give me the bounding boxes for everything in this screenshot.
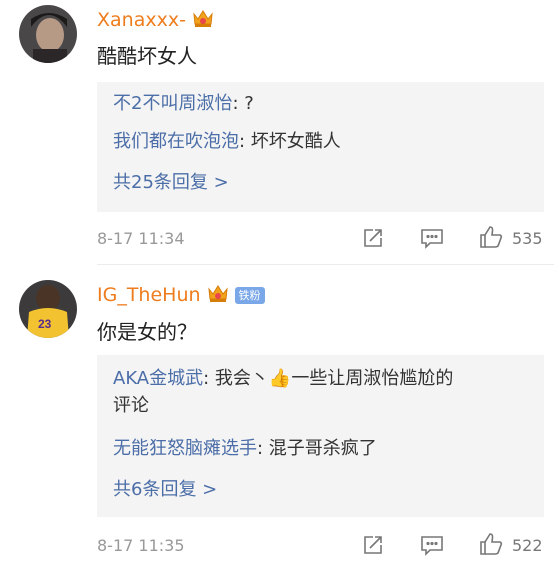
share-icon[interactable] xyxy=(362,227,384,253)
like-count: 535 xyxy=(512,229,543,248)
reply-text: : 我会丶👍一些让周淑怡尴尬的 xyxy=(203,368,454,389)
reply-text-continued: 评论 xyxy=(113,395,149,416)
reply-box[interactable]: 不2不叫周淑怡: ? 我们都在吹泡泡: 坏坏女酷人 共25条回复 > xyxy=(97,82,544,212)
comment-text: 你是女的？ xyxy=(97,320,197,344)
timestamp: 8-17 11:35 xyxy=(97,536,185,555)
comment-icon[interactable] xyxy=(420,534,444,560)
username[interactable]: IG_TheHun 铁粉 xyxy=(97,282,265,309)
username[interactable]: Xanaxxx- xyxy=(97,7,214,34)
reply-author[interactable]: 不2不叫周淑怡 xyxy=(113,93,232,114)
reply-author[interactable]: 无能狂怒脑瘫选手 xyxy=(113,438,257,459)
comment-card: 23 IG_TheHun 铁粉 你是女的？ AKA金城武: 我会丶👍一些让周淑怡尴… xyxy=(0,265,554,578)
username-text[interactable]: IG_TheHun xyxy=(97,284,201,306)
like-icon[interactable] xyxy=(478,224,504,254)
svg-text:23: 23 xyxy=(38,317,52,331)
fan-badge: 铁粉 xyxy=(234,287,265,304)
reply-item[interactable]: AKA金城武: 我会丶👍一些让周淑怡尴尬的评论 xyxy=(113,365,528,419)
crown-badge-icon xyxy=(192,7,214,34)
reply-item[interactable]: 我们都在吹泡泡: 坏坏女酷人 xyxy=(113,128,528,155)
share-icon[interactable] xyxy=(362,534,384,560)
reply-text: : 混子哥杀疯了 xyxy=(257,438,377,459)
comment-icon[interactable] xyxy=(420,227,444,253)
timestamp: 8-17 11:34 xyxy=(97,229,185,248)
reply-text: : ? xyxy=(232,93,254,114)
like-count: 522 xyxy=(512,536,543,555)
reply-author[interactable]: 我们都在吹泡泡 xyxy=(113,131,239,152)
reply-text: : 坏坏女酷人 xyxy=(239,131,341,152)
username-text[interactable]: Xanaxxx- xyxy=(97,9,186,31)
reply-item[interactable]: 无能狂怒脑瘫选手: 混子哥杀疯了 xyxy=(113,435,528,462)
crown-badge-icon xyxy=(207,282,229,309)
more-replies-link[interactable]: 共6条回复 > xyxy=(113,475,217,501)
avatar[interactable] xyxy=(19,5,77,63)
reply-author[interactable]: AKA金城武 xyxy=(113,368,203,389)
avatar[interactable]: 23 xyxy=(19,280,77,338)
reply-box[interactable]: AKA金城武: 我会丶👍一些让周淑怡尴尬的评论 无能狂怒脑瘫选手: 混子哥杀疯了… xyxy=(97,355,544,517)
comment-text: 酷酷坏女人 xyxy=(97,44,197,68)
comment-card: Xanaxxx- 酷酷坏女人 不2不叫周淑怡: ? 我们都在吹泡泡: 坏坏女酷人… xyxy=(0,0,554,265)
more-replies-link[interactable]: 共25条回复 > xyxy=(113,168,229,194)
reply-item[interactable]: 不2不叫周淑怡: ? xyxy=(113,90,528,117)
like-icon[interactable] xyxy=(478,531,504,561)
